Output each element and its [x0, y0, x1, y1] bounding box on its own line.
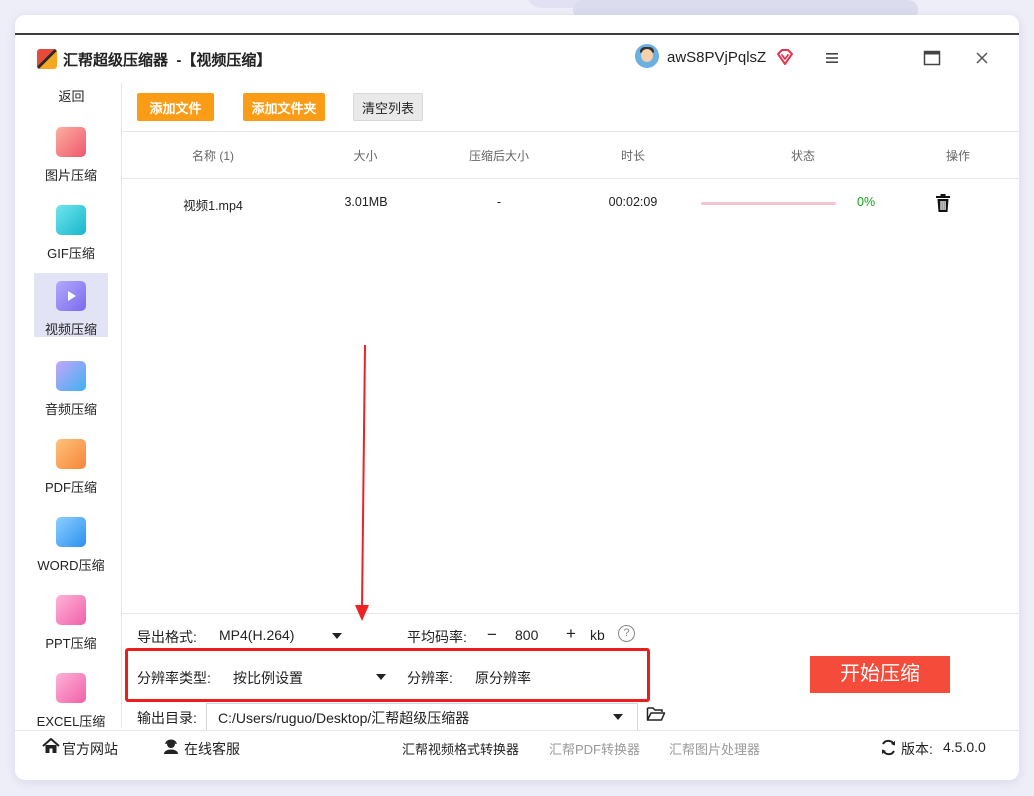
progress-bar [701, 202, 836, 205]
chevron-down-icon[interactable] [613, 714, 623, 720]
gif-icon [56, 205, 86, 235]
bitrate-unit: kb [590, 627, 605, 643]
clear-list-button[interactable]: 清空列表 [353, 93, 423, 121]
file-compressed-size: - [496, 195, 502, 209]
app-logo-icon [37, 49, 57, 69]
highlight-box [125, 648, 650, 702]
sidebar-item-label: 视频压缩 [44, 322, 97, 337]
close-icon [976, 52, 988, 64]
output-dir-field[interactable]: C:/Users/ruguo/Desktop/汇帮超级压缩器 [206, 703, 638, 731]
bitrate-label: 平均码率: [407, 629, 467, 645]
hamburger-icon [826, 53, 838, 63]
image-processor-link[interactable]: 汇帮图片处理器 [669, 739, 760, 758]
header-size[interactable]: 大小 [328, 147, 403, 164]
menu-button[interactable] [818, 45, 846, 71]
bitrate-decrease-button[interactable]: − [487, 625, 497, 645]
bitrate-input[interactable]: 800 [515, 627, 538, 643]
refresh-icon[interactable] [880, 739, 897, 756]
app-mode: -【视频压缩】 [176, 52, 272, 69]
sidebar-item-video[interactable]: 视频压缩 [34, 273, 108, 337]
version-number: 4.5.0.0 [943, 739, 986, 755]
pdf-icon [56, 439, 86, 469]
trash-icon[interactable] [934, 193, 952, 213]
ppt-icon [56, 595, 86, 625]
sidebar-item-label: PPT压缩 [45, 636, 97, 651]
customer-service-icon[interactable] [163, 738, 179, 754]
export-format-select[interactable]: MP4(H.264) [219, 627, 294, 643]
online-support-link[interactable]: 在线客服 [184, 739, 240, 759]
version-label: 版本: [901, 741, 933, 757]
header-compressed-size[interactable]: 压缩后大小 [459, 147, 539, 164]
video-converter-link[interactable]: 汇帮视频格式转换器 [402, 739, 519, 758]
toolbar: 添加文件 添加文件夹 清空列表 [137, 83, 1019, 129]
sidebar-item-label: EXCEL压缩 [36, 714, 106, 729]
header-name[interactable]: 名称 (1) [168, 147, 258, 164]
bitrate-increase-button[interactable]: + [566, 624, 576, 644]
avatar-face [641, 49, 653, 62]
official-website-link[interactable]: 官方网站 [62, 739, 118, 759]
header-status: 状态 [790, 149, 815, 163]
maximize-icon [923, 50, 941, 66]
table-row[interactable]: 视频1.mp4 3.01MB - 00:02:09 0% [123, 177, 1019, 227]
file-table-header: 名称 (1) 大小 压缩后大小 时长 状态 操作 [123, 131, 1019, 179]
footer-bar: 官方网站 在线客服 汇帮视频格式转换器 汇帮PDF转换器 汇帮图片处理器 版本:… [15, 730, 1019, 764]
sidebar-item-pdf[interactable]: PDF压缩 [34, 431, 108, 495]
sidebar-item-word[interactable]: WORD压缩 [34, 509, 108, 573]
export-format-label: 导出格式: [137, 629, 197, 645]
audio-icon [56, 361, 86, 391]
file-name: 视频1.mp4 [183, 199, 243, 213]
back-button[interactable]: 返回 [15, 86, 128, 105]
sidebar-item-label: PDF压缩 [44, 480, 97, 495]
word-icon [56, 517, 86, 547]
annotation-arrow [355, 345, 369, 621]
folder-open-icon[interactable] [646, 705, 666, 723]
sidebar-item-label: 图片压缩 [44, 168, 97, 183]
pdf-converter-link[interactable]: 汇帮PDF转换器 [549, 739, 640, 758]
video-play-icon [56, 281, 86, 311]
vip-diamond-icon[interactable] [775, 47, 795, 67]
sidebar: 返回 图片压缩 GIF压缩 视频压缩 音频压缩 PDF压缩 WORD压缩 PPT… [15, 83, 122, 729]
username[interactable]: awS8PVjPqlsZ [667, 49, 766, 66]
app-name: 汇帮超级压缩器 [63, 52, 169, 69]
chevron-down-icon[interactable] [332, 633, 342, 639]
start-compress-button[interactable]: 开始压缩 [810, 656, 950, 693]
sidebar-item-label: WORD压缩 [37, 558, 105, 573]
app-window: 汇帮超级压缩器 -【视频压缩】 awS8PVjPqlsZ 返回 图片压缩 GIF… [15, 15, 1019, 780]
play-icon [68, 291, 76, 301]
progress-percent: 0% [857, 195, 876, 209]
excel-icon [56, 673, 86, 703]
sidebar-item-gif[interactable]: GIF压缩 [34, 197, 108, 261]
close-button[interactable] [968, 45, 996, 71]
home-icon[interactable] [42, 738, 60, 754]
image-icon [56, 127, 86, 157]
sidebar-item-label: 音频压缩 [44, 402, 97, 417]
add-folder-button[interactable]: 添加文件夹 [243, 93, 325, 121]
add-file-button[interactable]: 添加文件 [137, 93, 214, 121]
sidebar-item-audio[interactable]: 音频压缩 [34, 353, 108, 417]
sidebar-item-label: GIF压缩 [47, 246, 95, 261]
header-duration[interactable]: 时长 [603, 147, 663, 164]
output-dir-path: C:/Users/ruguo/Desktop/汇帮超级压缩器 [218, 710, 470, 726]
sidebar-item-ppt[interactable]: PPT压缩 [34, 587, 108, 651]
header-actions: 操作 [945, 149, 970, 163]
title-bar: 汇帮超级压缩器 -【视频压缩】 awS8PVjPqlsZ [15, 35, 1019, 83]
file-size: 3.01MB [344, 195, 388, 209]
app-title: 汇帮超级压缩器 -【视频压缩】 [63, 49, 271, 70]
output-dir-label: 输出目录: [137, 710, 197, 726]
maximize-button[interactable] [918, 45, 946, 71]
sidebar-item-excel[interactable]: EXCEL压缩 [34, 665, 108, 729]
help-icon[interactable]: ? [618, 625, 635, 642]
avatar[interactable] [635, 44, 659, 68]
file-duration: 00:02:09 [608, 195, 658, 209]
sidebar-item-image[interactable]: 图片压缩 [34, 119, 108, 183]
